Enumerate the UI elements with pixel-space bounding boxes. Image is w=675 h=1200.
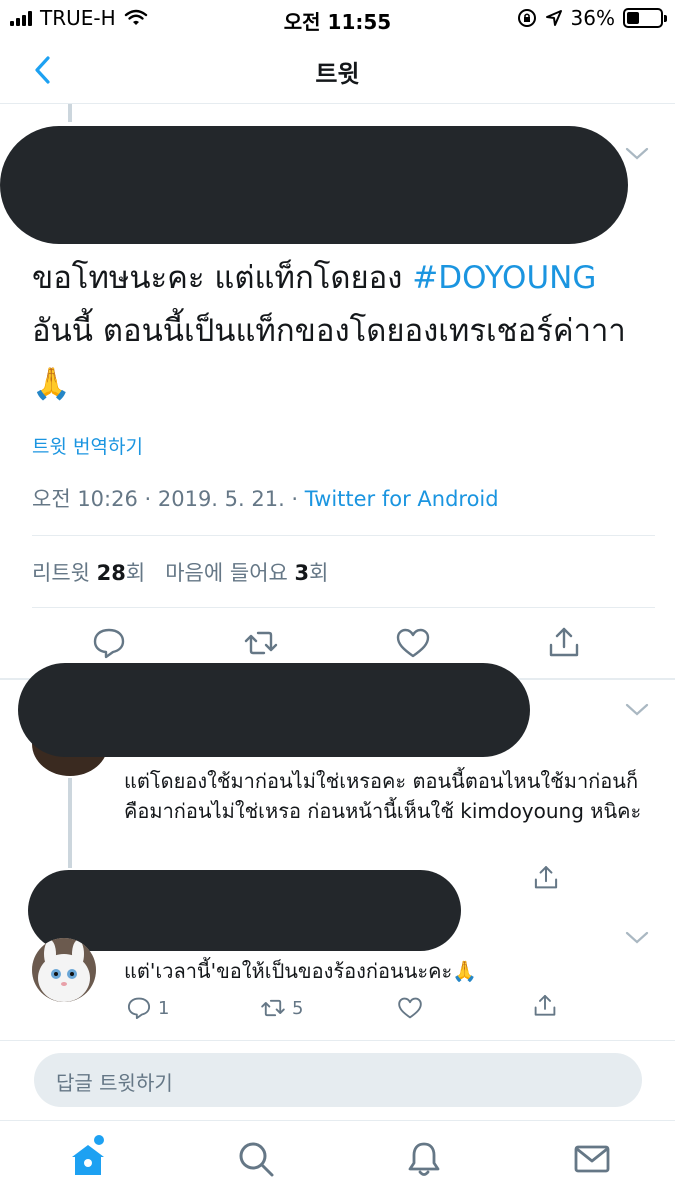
tweet-emoji: 🙏 bbox=[32, 366, 71, 402]
retweets-count: 28 bbox=[96, 561, 126, 585]
bell-icon bbox=[408, 1142, 440, 1176]
status-bar: TRUE-H 오전 11:55 36% bbox=[0, 0, 675, 36]
divider bbox=[32, 607, 655, 608]
reply-count: 1 bbox=[158, 997, 170, 1019]
chevron-down-icon[interactable] bbox=[624, 700, 650, 718]
tab-home[interactable] bbox=[68, 1135, 108, 1179]
heart-icon bbox=[398, 997, 422, 1019]
tweet-text-line2: อันนี้ ตอนนี้เป็นแท็กของโดยองเทรเชอร์ค่า… bbox=[32, 313, 626, 349]
notification-dot bbox=[94, 1135, 104, 1145]
likes-stat[interactable]: 마음에 들어요 3회 bbox=[165, 561, 328, 585]
retweet-count: 5 bbox=[292, 997, 304, 1019]
share-button[interactable] bbox=[532, 993, 558, 1019]
share-icon bbox=[549, 627, 579, 657]
share-icon bbox=[534, 994, 556, 1016]
reply-text: แต่'เวลานี้'ขอให้เป็นของร้องก่อนนะคะ🙏 bbox=[124, 959, 478, 983]
mail-icon bbox=[574, 1145, 610, 1173]
retweet-button[interactable] bbox=[243, 625, 279, 661]
divider bbox=[0, 1040, 675, 1041]
snowball-bunny-avatar-icon bbox=[32, 938, 96, 1002]
battery-icon bbox=[623, 8, 667, 28]
location-icon bbox=[545, 10, 562, 26]
like-button[interactable] bbox=[397, 995, 423, 1021]
share-button[interactable] bbox=[532, 864, 560, 892]
translate-tweet-link[interactable]: 트윗 번역하기 bbox=[32, 432, 143, 459]
home-icon bbox=[72, 1145, 104, 1175]
retweets-stat[interactable]: 리트윗 28회 bbox=[32, 561, 145, 585]
tweet-text-line1: ขอโทษนะคะ แต่แท็กโดยอง bbox=[32, 260, 413, 296]
likes-count: 3 bbox=[294, 561, 310, 585]
tweet-source-link[interactable]: Twitter for Android bbox=[305, 487, 499, 511]
share-icon bbox=[534, 866, 558, 889]
tab-search[interactable] bbox=[236, 1139, 276, 1179]
navigation-bar: 트윗 bbox=[0, 36, 675, 104]
divider bbox=[32, 535, 655, 536]
tab-notifications[interactable] bbox=[404, 1139, 444, 1179]
battery-percent: 36% bbox=[570, 6, 615, 30]
share-button[interactable] bbox=[546, 625, 582, 661]
tweet-timestamp: 오전 10:26 · 2019. 5. 21. · bbox=[32, 487, 305, 511]
speech-bubble-icon bbox=[93, 628, 125, 659]
thread-line bbox=[68, 778, 72, 868]
reply-avatar[interactable] bbox=[32, 938, 96, 1002]
retweet-icon bbox=[261, 999, 285, 1017]
orientation-lock-icon bbox=[517, 9, 536, 27]
like-button[interactable] bbox=[395, 625, 431, 661]
tweet-meta: 오전 10:26 · 2019. 5. 21. · Twitter for An… bbox=[32, 483, 499, 513]
retweet-button[interactable]: 5 bbox=[260, 995, 303, 1021]
page-title: 트윗 bbox=[315, 60, 360, 88]
redacted-author bbox=[18, 663, 530, 757]
tweet-stats: 리트윗 28회 마음에 들어요 3회 bbox=[32, 557, 328, 587]
redacted-author bbox=[28, 870, 461, 951]
hashtag-link[interactable]: #DOYOUNG bbox=[412, 260, 596, 296]
tab-bar bbox=[0, 1120, 675, 1200]
tweet-text: ขอโทษนะคะ แต่แท็กโดยอง #DOYOUNG อันนี้ ต… bbox=[32, 252, 652, 411]
reply-button[interactable]: 1 bbox=[126, 995, 169, 1021]
status-right: 36% bbox=[517, 6, 667, 30]
thread-line bbox=[68, 104, 72, 122]
retweet-icon bbox=[244, 631, 278, 655]
reply-text: แต่โดยองใช้มาก่อนไม่ใช่เหรอคะ ตอนนี้ตอนไ… bbox=[124, 769, 642, 823]
search-icon bbox=[239, 1142, 274, 1177]
reply-compose-input[interactable]: 답글 트윗하기 bbox=[34, 1053, 642, 1107]
tab-messages[interactable] bbox=[572, 1139, 612, 1179]
reply-button[interactable] bbox=[91, 625, 127, 661]
heart-icon bbox=[396, 628, 430, 658]
redacted-author bbox=[0, 126, 628, 244]
chevron-down-icon[interactable] bbox=[624, 144, 650, 162]
speech-bubble-icon bbox=[127, 997, 151, 1020]
chevron-down-icon[interactable] bbox=[624, 928, 650, 946]
